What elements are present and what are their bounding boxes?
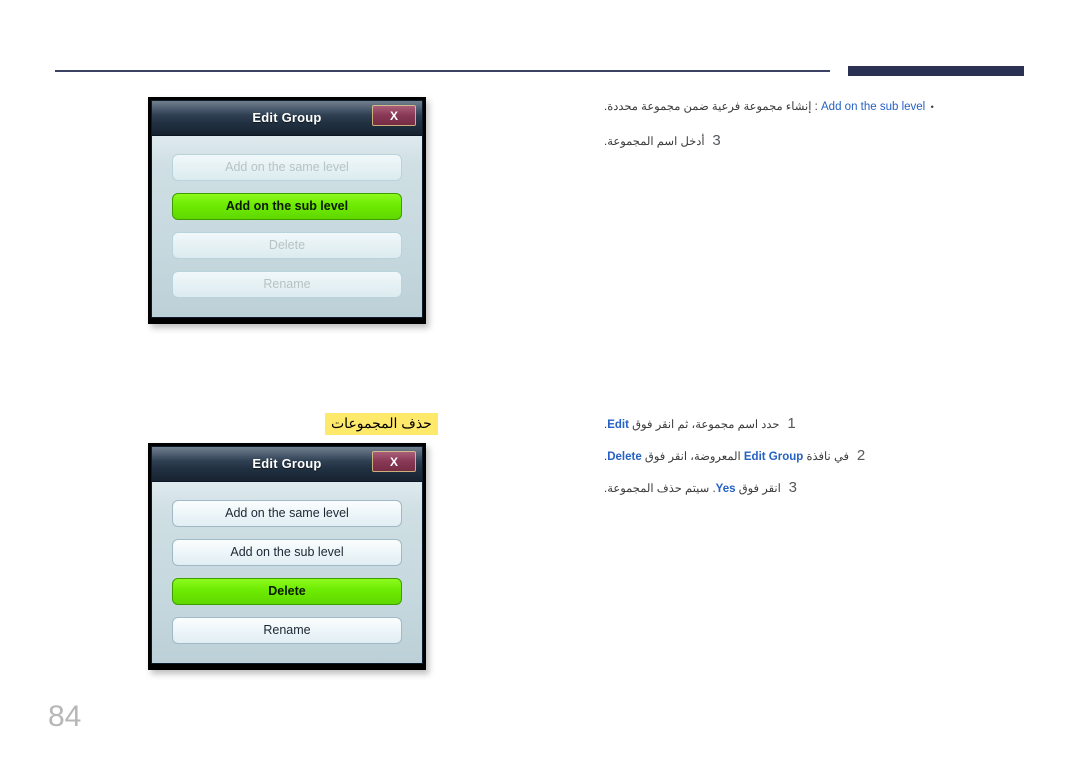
step-number: 1	[787, 415, 796, 432]
step-text-prefix: في نافذة	[803, 451, 850, 463]
step-item-2: 2 في نافذة Edit Group المعروضة، انقر فوق…	[604, 447, 1024, 466]
button-delete[interactable]: Delete	[172, 578, 402, 605]
button-add-on-the-same-level[interactable]: Add on the same level	[172, 500, 402, 527]
instructions-bottom: 1 حدد اسم مجموعة، ثم انقر فوق Edit. 2 في…	[604, 415, 1024, 511]
button-delete[interactable]: Delete	[172, 232, 402, 259]
bullet-text: Add on the sub level : إنشاء مجموعة فرعي…	[604, 99, 925, 116]
edit-group-dialog-sub-level[interactable]: Edit Group X Add on the same level Add o…	[148, 97, 426, 324]
step-text-middle: المعروضة، انقر فوق	[641, 451, 744, 463]
header-rule-line	[55, 70, 830, 72]
keyword-edit: Edit	[607, 419, 629, 431]
keyword-edit-group: Edit Group	[743, 451, 804, 463]
button-rename[interactable]: Rename	[172, 617, 402, 644]
instructions-top: • Add on the sub level : إنشاء مجموعة فر…	[604, 99, 1024, 164]
keyword-delete: Delete	[607, 451, 642, 463]
step-number: 3	[788, 479, 797, 496]
step-number: 2	[856, 447, 866, 464]
step-text-suffix: . سيتم حذف المجموعة.	[604, 483, 716, 495]
button-add-on-the-same-level[interactable]: Add on the same level	[172, 154, 402, 181]
page-header-rule	[0, 66, 1080, 78]
dialog-frame: Edit Group X Add on the same level Add o…	[151, 446, 423, 664]
dialog-body: Add on the same level Add on the sub lev…	[152, 482, 422, 663]
keyword-yes: Yes	[715, 483, 736, 495]
step-text: حدد اسم مجموعة، ثم انقر فوق Edit.	[604, 415, 780, 434]
dialog-body: Add on the same level Add on the sub lev…	[152, 136, 422, 317]
step-text-prefix: حدد اسم مجموعة، ثم انقر فوق	[628, 419, 780, 431]
step-text: في نافذة Edit Group المعروضة، انقر فوق D…	[604, 447, 849, 466]
edit-group-dialog-delete[interactable]: Edit Group X Add on the same level Add o…	[148, 443, 426, 670]
button-add-on-the-sub-level[interactable]: Add on the sub level	[172, 539, 402, 566]
dialog-titlebar: Edit Group X	[152, 447, 422, 482]
bullet-description: إنشاء مجموعة فرعية ضمن مجموعة محددة.	[604, 101, 812, 113]
step-item-3: 3 انقر فوق Yes. سيتم حذف المجموعة.	[604, 479, 1024, 498]
keyword-add-on-the-sub-level: Add on the sub level	[821, 101, 926, 113]
close-icon[interactable]: X	[372, 105, 416, 126]
step-item-3: 3 أدخل اسم المجموعة.	[604, 132, 1024, 151]
bullet-item-add-on-sub-level: • Add on the sub level : إنشاء مجموعة فر…	[604, 99, 1024, 116]
step-text-prefix: انقر فوق	[735, 483, 781, 495]
section-heading-delete-groups: حذف المجموعات	[325, 413, 438, 435]
step-text: أدخل اسم المجموعة.	[604, 136, 705, 148]
close-icon[interactable]: X	[372, 451, 416, 472]
header-rule-block	[848, 66, 1024, 76]
button-rename[interactable]: Rename	[172, 271, 402, 298]
step-item-1: 1 حدد اسم مجموعة، ثم انقر فوق Edit.	[604, 415, 1024, 434]
step-number: 3	[712, 132, 721, 149]
dialog-titlebar: Edit Group X	[152, 101, 422, 136]
page-number: 84	[48, 700, 82, 733]
dialog-frame: Edit Group X Add on the same level Add o…	[151, 100, 423, 318]
step-text: انقر فوق Yes. سيتم حذف المجموعة.	[604, 479, 781, 498]
button-add-on-the-sub-level[interactable]: Add on the sub level	[172, 193, 402, 220]
bullet-marker-icon: •	[930, 102, 934, 112]
